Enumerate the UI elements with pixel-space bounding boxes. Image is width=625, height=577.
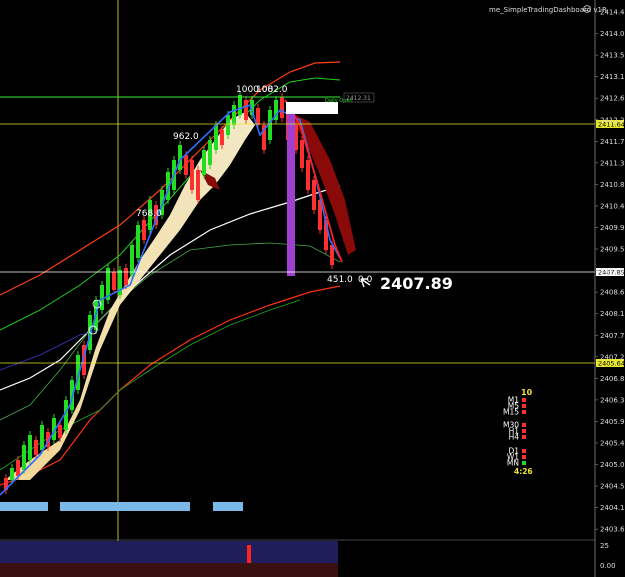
- y-tick-label: 2407.25: [600, 353, 625, 361]
- y-tick-label: 2405.90: [600, 418, 625, 426]
- candle-down: [330, 245, 334, 265]
- subpanel-spike: [247, 545, 251, 563]
- timeframe-indicator: [522, 404, 526, 408]
- signal-bar: [0, 502, 48, 511]
- candle-down: [112, 272, 116, 290]
- y-tick-label: 2412.65: [600, 95, 625, 103]
- annotation-label: 0.0: [358, 275, 373, 285]
- candle-down: [34, 440, 38, 455]
- candle-down: [196, 170, 200, 200]
- y-tick-label: 2405.00: [600, 461, 625, 469]
- candle-up: [208, 140, 212, 165]
- trading-chart[interactable]: 2411.642407.892405.64 1000.001082.0962.0…: [0, 0, 625, 577]
- timeframe-indicator: [522, 429, 526, 433]
- y-tick-label: 2413.55: [600, 52, 625, 60]
- candle-up: [130, 245, 134, 275]
- dashboard-top-value: 10: [521, 388, 533, 397]
- y-tick-label: 2405.45: [600, 440, 625, 448]
- y-tick-label: 2410.40: [600, 202, 625, 210]
- y-tick-label: 2412.20: [600, 116, 625, 124]
- y-tick-label: 2408.15: [600, 310, 625, 318]
- candle-down: [142, 220, 146, 240]
- timeframe-label: M15: [503, 408, 519, 417]
- candle-down: [244, 100, 248, 120]
- candle-down: [280, 97, 284, 118]
- y-tick-label: 2408.60: [600, 289, 625, 297]
- candle-down: [300, 140, 304, 168]
- candle-up: [226, 115, 230, 135]
- candle-down: [312, 180, 316, 210]
- annotation-label: 451.0: [327, 275, 353, 285]
- subpanel-fill-bottom: [0, 563, 338, 577]
- candle-down: [184, 155, 188, 175]
- timeframe-indicator: [522, 455, 526, 459]
- y-tick-label: 2407.70: [600, 332, 625, 340]
- candle-down: [124, 268, 128, 285]
- candle-up: [28, 435, 32, 460]
- y-tick-label: 2409.50: [600, 246, 625, 254]
- y-tick-label: 2406.35: [600, 396, 625, 404]
- y-tick-label: 2409.95: [600, 224, 625, 232]
- subpanel-fill: [0, 541, 338, 563]
- candle-up: [136, 225, 140, 258]
- timeframe-label: MN: [507, 459, 519, 468]
- timeframe-indicator: [522, 423, 526, 427]
- candle-up: [178, 145, 182, 170]
- y-tick-label: 2410.85: [600, 181, 625, 189]
- annotation-label: 1082.0: [256, 85, 288, 95]
- y-tick-label: 2404.10: [600, 504, 625, 512]
- y-tick-label: 2411.30: [600, 159, 625, 167]
- timeframe-indicator: [522, 449, 526, 453]
- y-tick-label: 2409.05: [600, 267, 625, 275]
- annotation-label: 962.0: [173, 132, 199, 142]
- y-tick-label: 2406.80: [600, 375, 625, 383]
- subpanel-scale-label: 0.00: [600, 562, 616, 570]
- candle-down: [220, 130, 224, 145]
- candle-up: [10, 468, 14, 480]
- candle-up: [238, 95, 242, 115]
- signal-bar: [213, 502, 243, 511]
- y-tick-label: 2411.75: [600, 138, 625, 146]
- annotation-label: 768.0: [136, 209, 162, 219]
- candle-down: [16, 460, 20, 476]
- candle-up: [232, 105, 236, 125]
- candle-up: [214, 125, 218, 150]
- timeframe-indicator: [522, 461, 526, 465]
- y-tick-label: 2403.65: [600, 526, 625, 534]
- y-tick-label: 2414.00: [600, 30, 625, 38]
- current-price-label: 2407.89: [380, 274, 453, 293]
- signal-bar: [60, 502, 190, 511]
- timeframe-indicator: [522, 435, 526, 439]
- y-tick-label: 2413.10: [600, 73, 625, 81]
- candle-down: [58, 425, 62, 438]
- y-tick-label: 2404.55: [600, 483, 625, 491]
- candle-up: [202, 150, 206, 175]
- small-box-label: 2412.31: [346, 95, 371, 102]
- candle-up: [40, 425, 44, 450]
- timeframe-indicator: [522, 398, 526, 402]
- dashboard-timer: 4:26: [514, 467, 533, 476]
- timeframe-label: H4: [509, 433, 520, 442]
- indicator-name: me_SimpleTradingDashboard v1R: [489, 6, 607, 14]
- candle-up: [22, 445, 26, 470]
- candle-down: [190, 160, 194, 190]
- candle-down: [306, 160, 310, 190]
- subpanel-scale-label: 25: [600, 542, 609, 550]
- highlight-bar: [287, 112, 295, 276]
- timeframe-indicator: [522, 410, 526, 414]
